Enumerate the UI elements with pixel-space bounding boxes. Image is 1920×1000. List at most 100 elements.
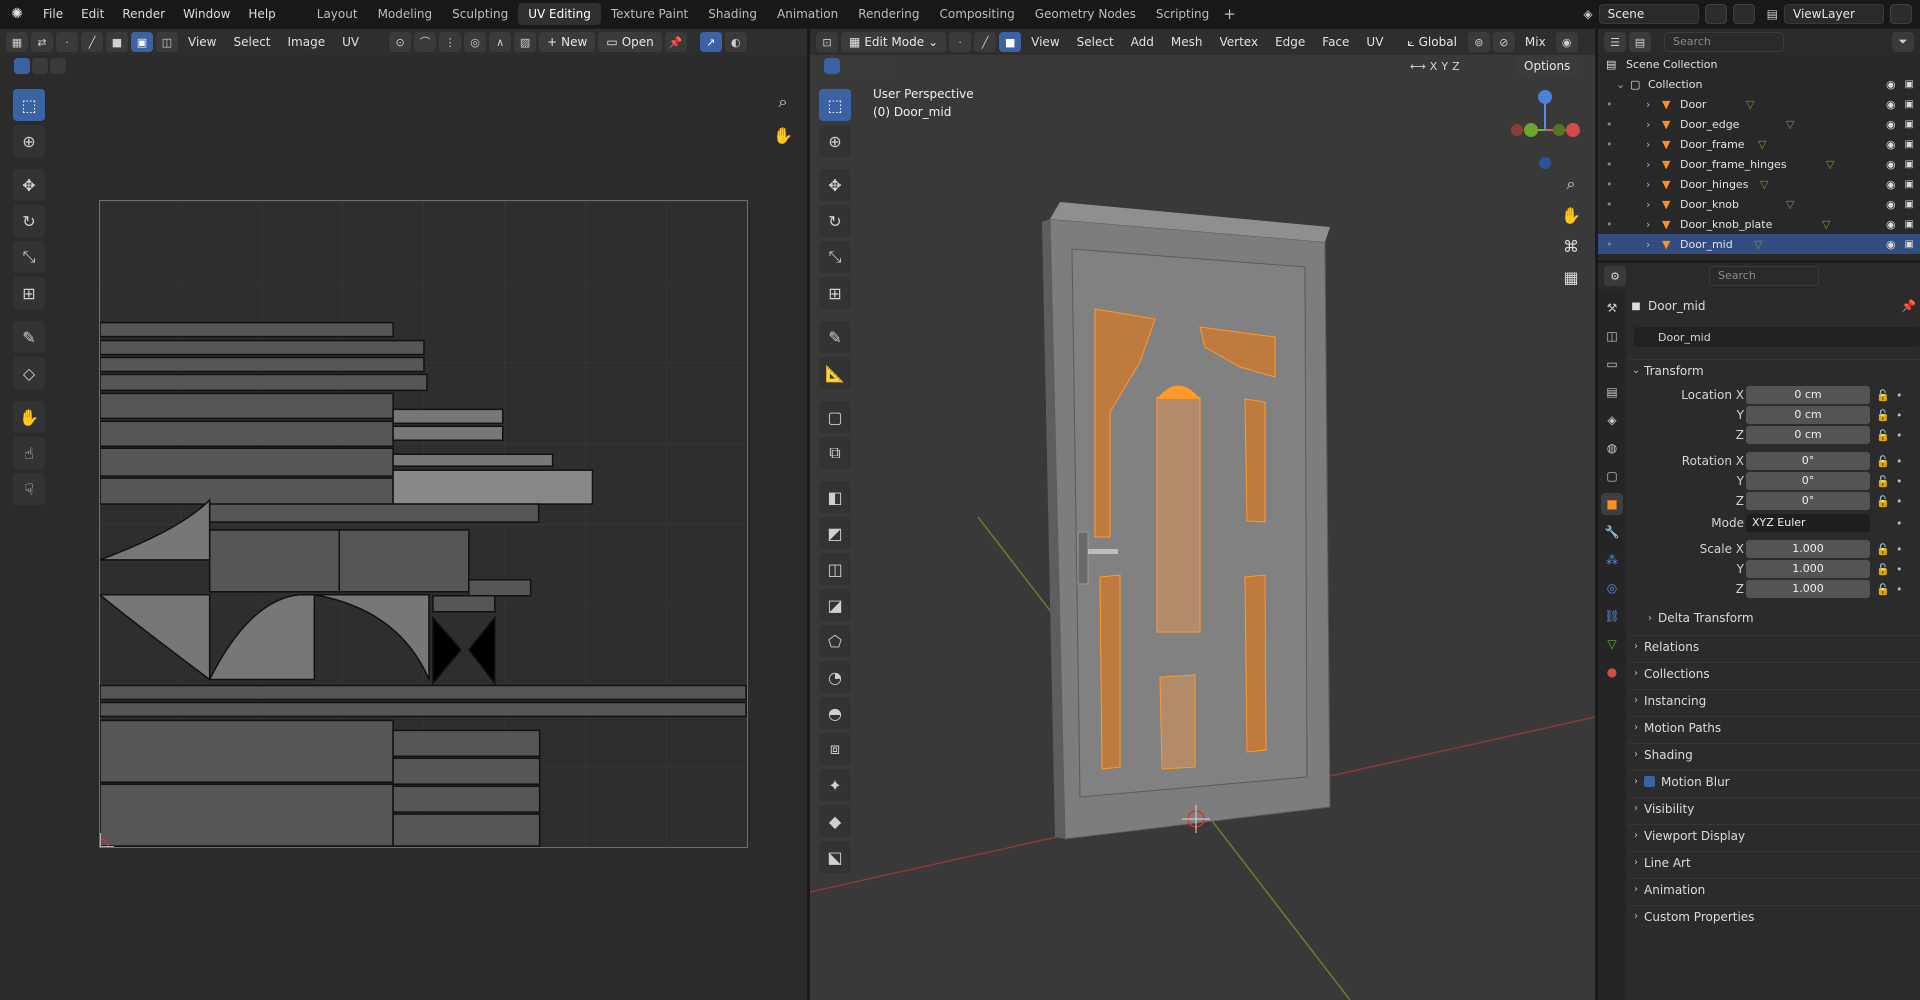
motion-blur-checkbox[interactable] (1644, 776, 1655, 787)
lock-icon[interactable]: 🔓 (1876, 475, 1890, 488)
vp-menu-view[interactable]: View (1024, 35, 1066, 49)
transform-tool-icon[interactable]: ⊞ (13, 277, 45, 309)
section-motion-paths[interactable]: › Motion Paths (1628, 716, 1920, 738)
outliner-editor-type-icon[interactable]: ☰ (1604, 32, 1626, 52)
visibility-eye-icon[interactable]: ◉ (1886, 198, 1898, 211)
tab-scripting[interactable]: Scripting (1146, 3, 1219, 25)
object-datablock-field[interactable]: Door_mid (1634, 327, 1920, 347)
keyframe-dot-icon[interactable]: • (1896, 389, 1903, 402)
visibility-eye-icon[interactable]: ◉ (1886, 98, 1898, 111)
mesh-data-icon[interactable]: ▽ (1786, 118, 1794, 131)
image-browse-icon[interactable]: ▨ (514, 32, 537, 52)
pin-object-icon[interactable]: 📌 (1901, 299, 1916, 313)
scale-x-field[interactable]: 1.000 (1746, 540, 1870, 558)
tab-compositing[interactable]: Compositing (929, 3, 1024, 25)
scene-tab-icon[interactable]: ◈ (1601, 409, 1623, 431)
annotate-tool-icon[interactable]: ✎ (13, 321, 45, 353)
mesh-data-icon[interactable]: ▽ (1826, 158, 1834, 171)
render-camera-icon[interactable]: ▣ (1905, 159, 1914, 170)
particles-tab-icon[interactable]: ⁂ (1601, 549, 1623, 571)
viewport-editor-type-icon[interactable]: ⊡ (816, 32, 838, 52)
location-z-field[interactable]: 0 cm (1746, 426, 1870, 444)
render-camera-icon[interactable]: ▣ (1905, 119, 1914, 130)
uv-vertex-select-icon[interactable]: · (56, 32, 78, 52)
uv-island-select-icon[interactable]: ▣ (131, 32, 153, 52)
select-box-tool-icon[interactable]: ⬚ (13, 89, 45, 121)
outliner-item[interactable]: • › ▼ Door ▽ ◉ ▣ (1598, 94, 1920, 114)
dot-icon[interactable]: • (1606, 158, 1613, 171)
tab-sculpting[interactable]: Sculpting (442, 3, 518, 25)
chevron-right-icon[interactable]: › (1646, 198, 1650, 211)
render-camera-icon[interactable]: ▣ (1905, 79, 1914, 90)
mirror-x-toggle[interactable]: X (1430, 60, 1438, 73)
outliner-item[interactable]: • › ▼ Door_frame_hinges ▽ ◉ ▣ (1598, 154, 1920, 174)
menu-file[interactable]: File (34, 0, 72, 28)
section-motion-blur[interactable]: › Motion Blur (1628, 770, 1920, 792)
dot-icon[interactable]: • (1606, 138, 1613, 151)
view-layer-tab-icon[interactable]: ▤ (1601, 381, 1623, 403)
edge-select-mode-icon[interactable]: ╱ (974, 32, 997, 52)
section-viewport-display[interactable]: › Viewport Display (1628, 824, 1920, 846)
location-x-field[interactable]: 0 cm (1746, 386, 1870, 404)
delete-scene-button[interactable] (1732, 4, 1755, 24)
scene-collection-row[interactable]: ▤ Scene Collection (1598, 54, 1920, 74)
chevron-right-icon[interactable]: › (1646, 218, 1650, 231)
rip-tool-icon[interactable]: ◇ (13, 357, 45, 389)
falloff-icon[interactable]: ∧ (489, 32, 512, 52)
dot-icon[interactable]: • (1606, 238, 1613, 251)
outliner-search-input[interactable]: Search (1664, 32, 1784, 52)
render-camera-icon[interactable]: ▣ (1905, 239, 1914, 250)
section-shading[interactable]: › Shading (1628, 743, 1920, 765)
zoom-icon[interactable]: ⌕ (770, 89, 796, 115)
location-y-field[interactable]: 0 cm (1746, 406, 1870, 424)
overlay-toggle-icon[interactable]: ◐ (724, 32, 747, 52)
outliner-item[interactable]: • › ▼ Door_mid ▽ ◉ ▣ (1598, 234, 1920, 254)
collection-tab-icon[interactable]: ▢ (1601, 465, 1623, 487)
output-tab-icon[interactable]: ▭ (1601, 353, 1623, 375)
outliner-item[interactable]: • › ▼ Door_edge ▽ ◉ ▣ (1598, 114, 1920, 134)
rotate-tool-icon[interactable]: ↻ (13, 205, 45, 237)
keyframe-dot-icon[interactable]: • (1896, 517, 1903, 530)
vp-select-difference-icon[interactable] (878, 58, 894, 74)
pinch-tool-icon[interactable]: ☟ (13, 473, 45, 505)
view-layer-icon[interactable]: ▤ (1767, 7, 1778, 21)
section-animation[interactable]: › Animation (1628, 878, 1920, 900)
visibility-eye-icon[interactable]: ◉ (1886, 138, 1898, 151)
uv-menu-uv[interactable]: UV (335, 35, 366, 49)
lock-icon[interactable]: 🔓 (1876, 543, 1890, 556)
outliner-item[interactable]: • › ▼ Door_knob ▽ ◉ ▣ (1598, 194, 1920, 214)
keyframe-dot-icon[interactable]: • (1896, 475, 1903, 488)
render-camera-icon[interactable]: ▣ (1905, 139, 1914, 150)
vp-select-subtract-icon[interactable] (860, 58, 876, 74)
lock-icon[interactable]: 🔓 (1876, 389, 1890, 402)
options-dropdown[interactable]: Options (1516, 57, 1579, 75)
3d-scene[interactable] (810, 77, 1595, 1000)
mesh-data-icon[interactable]: ▽ (1822, 218, 1830, 231)
visibility-eye-icon[interactable]: ◉ (1886, 218, 1898, 231)
uv-canvas[interactable] (99, 200, 748, 848)
select-subtract-icon[interactable] (50, 58, 66, 74)
section-instancing[interactable]: › Instancing (1628, 689, 1920, 711)
mesh-data-icon[interactable]: ▽ (1760, 178, 1768, 191)
menu-help[interactable]: Help (239, 0, 284, 28)
mesh-data-icon[interactable]: ▽ (1746, 98, 1754, 111)
scale-tool-icon[interactable]: ⤡ (13, 241, 45, 273)
section-custom-properties[interactable]: › Custom Properties (1628, 905, 1920, 927)
vp-select-extend-icon[interactable] (842, 58, 858, 74)
proportional-edit-icon[interactable]: ◎ (464, 32, 487, 52)
render-camera-icon[interactable]: ▣ (1905, 99, 1914, 110)
rotation-y-field[interactable]: 0° (1746, 472, 1870, 490)
vp-select-new-icon[interactable] (824, 58, 840, 74)
properties-editor-type-icon[interactable]: ⚙ (1604, 266, 1626, 286)
chevron-right-icon[interactable]: › (1646, 158, 1650, 171)
modifier-tab-icon[interactable]: 🔧 (1601, 521, 1623, 543)
scene-icon[interactable]: ◈ (1583, 7, 1592, 21)
collection-row[interactable]: ⌄ ▢ Collection ◉ ▣ (1598, 74, 1920, 94)
tab-layout[interactable]: Layout (307, 3, 368, 25)
dot-icon[interactable]: • (1606, 198, 1613, 211)
vp-menu-edge[interactable]: Edge (1268, 35, 1312, 49)
visibility-eye-icon[interactable]: ◉ (1886, 118, 1898, 131)
pivot-point-icon[interactable]: ⊚ (1467, 32, 1490, 52)
snap-mode-selector[interactable]: Mix (1518, 35, 1553, 49)
pin-icon[interactable]: 📌 (664, 32, 687, 52)
